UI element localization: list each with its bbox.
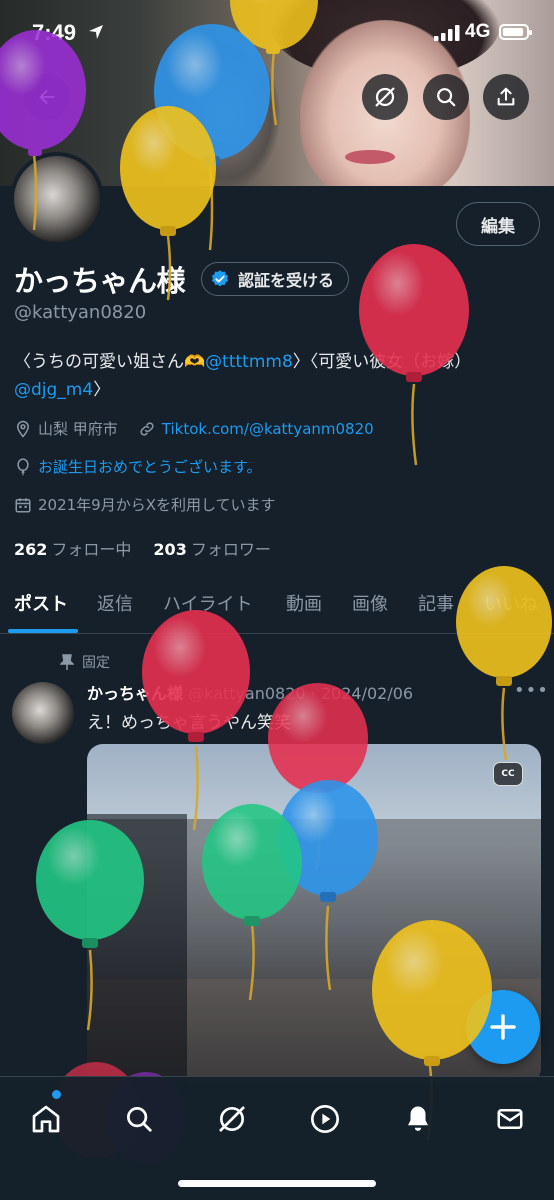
bio-mention-link[interactable]: @djg_m4 <box>14 380 93 400</box>
bio-text: 〈うちの可愛い姐さん🫶 <box>14 352 206 372</box>
back-button[interactable] <box>24 74 70 120</box>
post-header: かっちゃん様 @kattyan0820 · 2024/02/06 <box>87 680 413 704</box>
grok-icon <box>219 1106 245 1132</box>
battery-icon <box>499 24 532 40</box>
active-tab-indicator <box>8 629 78 633</box>
profile-handle: @kattyan0820 <box>14 302 147 323</box>
profile-avatar[interactable] <box>10 152 104 246</box>
tab-articles[interactable]: 記事 <box>418 590 454 616</box>
tab-replies[interactable]: 返信 <box>97 590 133 616</box>
post-author-name[interactable]: かっちゃん様 <box>87 684 183 703</box>
search-icon <box>127 1107 152 1132</box>
location-pin-icon <box>16 420 30 438</box>
bio-text: 〉 <box>93 380 111 400</box>
profile-tabs: ポスト 返信 ハイライト 動画 画像 記事 いいね <box>0 574 554 634</box>
post-author-handle[interactable]: @kattyan0820 <box>188 684 305 703</box>
nav-home[interactable] <box>24 1097 68 1141</box>
play-circle-icon <box>311 1105 339 1133</box>
tab-likes[interactable]: いいね <box>484 590 538 616</box>
search-button[interactable] <box>423 74 469 120</box>
compose-post-button[interactable] <box>466 990 540 1064</box>
profile-website-link[interactable]: Tiktok.com/@kattyanm0820 <box>162 420 374 438</box>
profile-location-row: 山梨 甲府市 Tiktok.com/@kattyanm0820 <box>14 418 374 439</box>
profile-display-name: かっちゃん様 <box>14 264 186 298</box>
closed-captions-button[interactable]: CC <box>493 762 523 786</box>
follow-stats: 262 フォロー中 203 フォロワー <box>14 536 271 560</box>
plus-icon <box>490 1014 516 1040</box>
tab-images[interactable]: 画像 <box>352 590 388 616</box>
profile-joined-date: 2021年9月からXを利用しています <box>38 496 276 514</box>
get-verified-label: 認証を受ける <box>238 271 335 290</box>
banner-photo-detail <box>345 150 395 164</box>
share-button[interactable] <box>483 74 529 120</box>
followers-label: フォロワー <box>190 540 271 559</box>
bio-text: 〉〈可愛い彼女（お嫁） <box>292 352 472 372</box>
network-type: 4G <box>465 21 491 42</box>
profile-birthday[interactable]: お誕生日おめでとうございます。 <box>38 456 262 477</box>
nav-messages[interactable] <box>488 1097 532 1141</box>
balloon-icon <box>17 457 29 475</box>
location-arrow-icon <box>89 25 103 39</box>
cellular-signal-icon <box>434 25 460 41</box>
arrow-left-icon <box>39 89 55 105</box>
video-frame-game-hud <box>87 814 187 1084</box>
nav-grok[interactable] <box>210 1097 254 1141</box>
followers-link[interactable]: 203 フォロワー <box>153 536 270 560</box>
following-count: 262 <box>14 540 48 559</box>
verified-badge-icon <box>211 270 229 287</box>
followers-count: 203 <box>153 540 187 559</box>
profile-bio: 〈うちの可愛い姐さん🫶@ttttmm8〉〈可愛い彼女（お嫁） @djg_m4〉 <box>14 348 534 404</box>
following-label: フォロー中 <box>51 540 132 559</box>
link-icon <box>140 421 154 436</box>
envelope-icon <box>497 1109 523 1129</box>
post-text: え！めっちゃ言うやん笑笑 <box>87 713 291 733</box>
profile-location: 山梨 甲府市 <box>38 420 118 438</box>
post-author-avatar[interactable] <box>12 682 74 744</box>
home-indicator-bar[interactable] <box>178 1180 376 1187</box>
edit-profile-button[interactable]: 編集 <box>456 202 540 246</box>
calendar-icon <box>15 497 31 512</box>
post-date[interactable]: 2024/02/06 <box>321 684 413 703</box>
grok-icon <box>375 87 395 107</box>
search-icon <box>437 88 456 107</box>
post-more-icon[interactable]: ••• <box>514 680 549 701</box>
pinned-label: 固定 <box>82 655 110 671</box>
get-verified-button[interactable]: 認証を受ける <box>201 262 350 296</box>
nav-video[interactable] <box>303 1097 347 1141</box>
profile-joined-row: 2021年9月からXを利用しています <box>14 494 276 515</box>
grok-button[interactable] <box>362 74 408 120</box>
bell-icon <box>408 1106 428 1131</box>
home-icon <box>32 1105 60 1133</box>
bio-mention-link[interactable]: @ttttmm8 <box>205 352 293 372</box>
following-link[interactable]: 262 フォロー中 <box>14 536 131 560</box>
home-unread-dot <box>52 1090 61 1099</box>
post-separator: · <box>310 684 316 703</box>
pinned-indicator: 固定 <box>60 652 110 672</box>
pin-icon <box>60 654 74 670</box>
nav-search[interactable] <box>117 1097 161 1141</box>
profile-birthday-row: お誕生日おめでとうございます。 <box>14 456 262 477</box>
status-bar: 7:49 4G <box>0 0 554 64</box>
share-icon <box>497 87 515 106</box>
status-time: 7:49 <box>32 20 77 45</box>
nav-notifications[interactable] <box>396 1097 440 1141</box>
tab-videos[interactable]: 動画 <box>286 590 322 616</box>
tab-highlights[interactable]: ハイライト <box>163 590 253 616</box>
tab-posts[interactable]: ポスト <box>14 590 68 616</box>
